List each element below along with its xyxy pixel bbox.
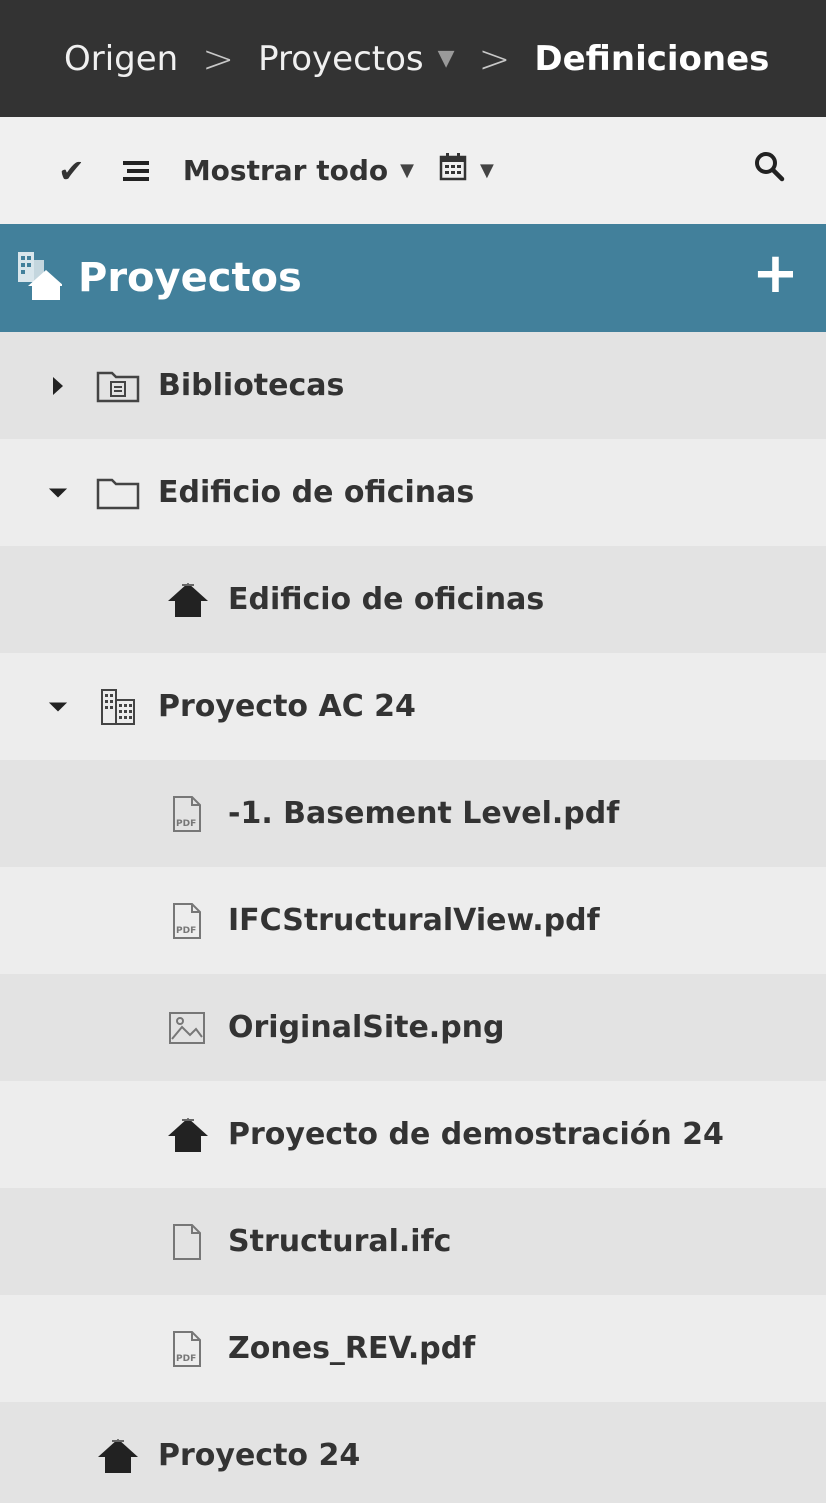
project-house-icon <box>166 581 210 619</box>
breadcrumb-item-origen[interactable]: Origen <box>64 39 178 79</box>
toolbar: ✔ Mostrar todo ▼ ▼ <box>0 117 826 224</box>
breadcrumb-separator-icon: > <box>478 36 511 81</box>
tree-item-label: OriginalSite.png <box>228 1010 505 1045</box>
tree-item-edificio-project[interactable]: Edificio de oficinas <box>0 546 826 653</box>
pdf-file-icon: PDF <box>166 902 210 940</box>
folder-icon <box>96 476 140 510</box>
tree-item-label: -1. Basement Level.pdf <box>228 796 620 831</box>
project-tree: Bibliotecas Edificio de oficinas Edifici… <box>0 332 826 1503</box>
collapse-arrow-icon[interactable] <box>48 700 68 714</box>
tree-item-label: Edificio de oficinas <box>158 475 475 510</box>
project-house-icon <box>96 1437 140 1475</box>
tree-item-originalsite-png[interactable]: OriginalSite.png <box>0 974 826 1081</box>
svg-text:PDF: PDF <box>176 819 196 829</box>
building-icon <box>96 688 140 726</box>
chevron-down-icon: ▼ <box>479 160 494 181</box>
projects-header: Proyectos + <box>0 224 826 332</box>
file-icon <box>166 1223 210 1261</box>
breadcrumb-item-proyectos[interactable]: Proyectos <box>258 39 424 79</box>
add-project-button[interactable]: + <box>752 246 799 302</box>
tree-item-label: Proyecto 24 <box>158 1438 361 1473</box>
tree-item-label: Proyecto AC 24 <box>158 689 416 724</box>
breadcrumb-separator-icon: > <box>202 36 235 81</box>
tree-item-label: Bibliotecas <box>158 368 345 403</box>
tree-item-basement-pdf[interactable]: PDF -1. Basement Level.pdf <box>0 760 826 867</box>
tree-item-structural-ifc[interactable]: Structural.ifc <box>0 1188 826 1295</box>
breadcrumb: Origen > Proyectos ▼ > Definiciones <box>0 0 826 117</box>
tree-item-proyecto-ac-24[interactable]: Proyecto AC 24 <box>0 653 826 760</box>
tree-item-label: Proyecto de demostración 24 <box>228 1117 724 1152</box>
show-all-dropdown[interactable]: Mostrar todo ▼ <box>183 154 414 187</box>
svg-text:PDF: PDF <box>176 1354 196 1364</box>
svg-text:PDF: PDF <box>176 926 196 936</box>
breadcrumb-dropdown-icon[interactable]: ▼ <box>438 46 455 71</box>
breadcrumb-item-current[interactable]: Definiciones <box>534 39 769 79</box>
panel-title: Proyectos <box>78 255 302 301</box>
tree-item-label: Edificio de oficinas <box>228 582 545 617</box>
expand-arrow-icon[interactable] <box>48 375 68 397</box>
calendar-icon <box>438 152 468 189</box>
tree-item-label: IFCStructuralView.pdf <box>228 903 600 938</box>
tree-item-proyecto-demostracion[interactable]: Proyecto de demostración 24 <box>0 1081 826 1188</box>
tree-item-proyecto-24[interactable]: Proyecto 24 <box>0 1402 826 1503</box>
tree-item-edificio-folder[interactable]: Edificio de oficinas <box>0 439 826 546</box>
project-house-icon <box>166 1116 210 1154</box>
tree-item-ifcstructural-pdf[interactable]: PDF IFCStructuralView.pdf <box>0 867 826 974</box>
pdf-file-icon: PDF <box>166 795 210 833</box>
image-file-icon <box>166 1009 210 1047</box>
library-folder-icon <box>96 369 140 403</box>
tree-item-label: Zones_REV.pdf <box>228 1331 476 1366</box>
calendar-dropdown[interactable]: ▼ <box>438 152 494 189</box>
projects-icon <box>14 250 64 306</box>
tree-item-bibliotecas[interactable]: Bibliotecas <box>0 332 826 439</box>
chevron-down-icon: ▼ <box>400 160 414 181</box>
select-check-icon[interactable]: ✔ <box>58 152 85 190</box>
tree-item-label: Structural.ifc <box>228 1224 452 1259</box>
collapse-arrow-icon[interactable] <box>48 486 68 500</box>
search-icon[interactable] <box>752 149 786 190</box>
show-all-label: Mostrar todo <box>182 154 389 187</box>
pdf-file-icon: PDF <box>166 1330 210 1368</box>
list-menu-icon[interactable] <box>121 159 151 183</box>
tree-item-zones-pdf[interactable]: PDF Zones_REV.pdf <box>0 1295 826 1402</box>
